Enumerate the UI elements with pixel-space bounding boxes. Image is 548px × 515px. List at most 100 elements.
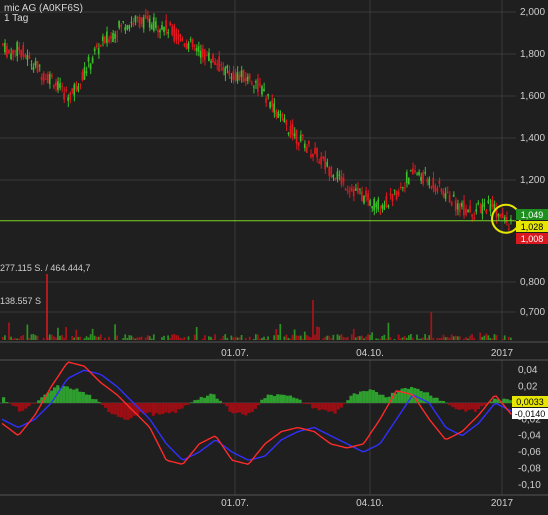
- histogram-bar: [180, 402, 184, 409]
- volume-bar: [220, 338, 223, 340]
- volume-bar: [148, 336, 151, 340]
- candle-body: [434, 185, 437, 192]
- y-tick-label: 1,600: [520, 91, 545, 102]
- histogram-bar: [403, 387, 407, 403]
- volume-bar: [458, 336, 461, 340]
- candle-body: [216, 63, 218, 65]
- histogram-bar: [113, 402, 117, 415]
- candle-body: [57, 81, 59, 90]
- volume-bar: [18, 338, 21, 340]
- candle-body: [465, 208, 467, 215]
- candle-body: [261, 86, 263, 95]
- histogram-bar: [346, 400, 350, 403]
- candle-body: [18, 46, 20, 51]
- candle-body: [173, 25, 175, 42]
- candle-body: [428, 178, 430, 186]
- histogram-bar: [24, 402, 28, 409]
- candle-body: [503, 216, 506, 220]
- volume-bar: [293, 329, 296, 340]
- histogram-bar: [311, 402, 315, 409]
- volume-bar: [399, 338, 402, 340]
- candle-body: [150, 24, 153, 30]
- histogram-bar: [260, 399, 264, 403]
- candle-body: [34, 61, 37, 66]
- volume-bar: [114, 324, 116, 340]
- candle-body: [257, 78, 259, 93]
- candle-body: [163, 26, 165, 33]
- volume-bar: [32, 334, 35, 340]
- candle-body: [238, 74, 241, 81]
- candle-body: [152, 17, 155, 31]
- histogram-bar: [298, 399, 302, 403]
- candle-body: [189, 39, 192, 41]
- volume-bar: [310, 337, 312, 340]
- histogram-bar: [266, 394, 270, 403]
- candle-body: [104, 36, 106, 43]
- histogram-bar: [502, 398, 506, 403]
- volume-bar: [14, 337, 16, 340]
- volume-bar: [34, 335, 37, 340]
- volume-bar: [12, 338, 14, 340]
- volume-bar: [385, 338, 388, 340]
- volume-bar: [344, 337, 347, 340]
- volume-bar: [146, 335, 149, 340]
- volume-bar: [352, 328, 355, 340]
- histogram-bar: [451, 402, 455, 408]
- histogram-bar: [480, 402, 484, 407]
- histogram-bar: [190, 402, 194, 403]
- histogram-bar: [158, 402, 162, 415]
- candle-body: [467, 210, 469, 213]
- histogram-bar: [429, 395, 433, 403]
- candle-body: [177, 34, 180, 40]
- histogram-bar: [199, 396, 203, 403]
- volume-bar: [446, 336, 449, 340]
- price-badge-label: 1,049: [521, 210, 544, 220]
- candle-body: [499, 215, 502, 217]
- candle-body: [265, 98, 267, 103]
- histogram-bar: [435, 397, 439, 403]
- volume-bar: [99, 334, 102, 340]
- candle-body: [338, 174, 341, 176]
- histogram-bar: [123, 402, 127, 420]
- candle-body: [318, 161, 320, 163]
- volume-bar: [226, 337, 229, 340]
- candle-body: [214, 61, 216, 66]
- volume-bar: [361, 335, 363, 340]
- histogram-bar: [400, 388, 404, 403]
- volume-bar: [122, 338, 125, 340]
- volume-bar: [28, 337, 31, 340]
- candle-body: [212, 54, 214, 63]
- candle-body: [97, 48, 100, 55]
- histogram-bar: [323, 402, 328, 411]
- volume-bar: [436, 338, 439, 340]
- histogram-bar: [225, 402, 229, 407]
- histogram-bar: [461, 402, 465, 410]
- histogram-bar: [68, 388, 73, 403]
- candle-body: [46, 74, 49, 83]
- volume-bar: [420, 338, 422, 340]
- volume-bar: [210, 336, 212, 340]
- candle-body: [505, 216, 508, 223]
- volume-bar: [389, 337, 392, 340]
- candle-body: [314, 148, 316, 154]
- candle-body: [36, 61, 39, 73]
- candle-body: [305, 146, 308, 153]
- candle-body: [169, 22, 171, 26]
- volume-bar: [167, 335, 169, 340]
- histogram-bar: [263, 398, 267, 403]
- volume-bar: [22, 334, 25, 340]
- candle-body: [8, 50, 10, 54]
- volume-bar: [428, 335, 431, 340]
- candle-body: [275, 110, 277, 117]
- candle-body: [299, 135, 302, 141]
- volume-bar: [393, 338, 396, 340]
- candle-body: [399, 186, 402, 188]
- candle-body: [10, 53, 12, 60]
- candle-body: [179, 34, 182, 37]
- histogram-bar: [177, 402, 181, 410]
- candle-body: [40, 76, 43, 80]
- histogram-bar: [30, 402, 34, 404]
- candle-body: [293, 133, 296, 137]
- candle-body: [132, 22, 135, 26]
- volume-bar: [91, 328, 94, 340]
